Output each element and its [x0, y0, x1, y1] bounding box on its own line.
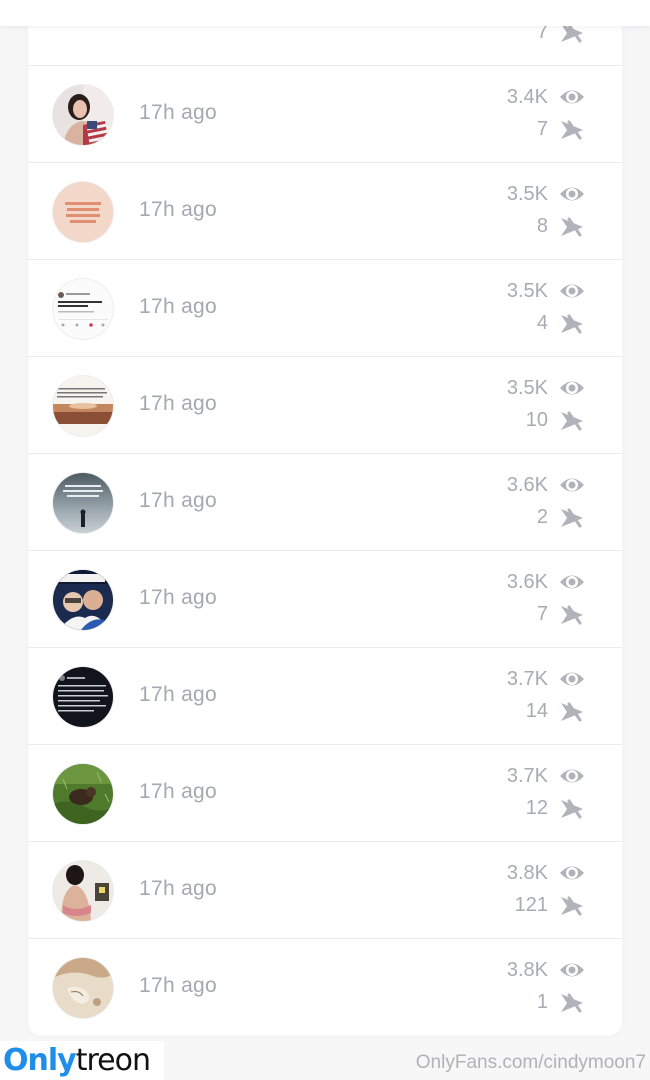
post-time: 17h ago: [139, 780, 218, 803]
share-count: 8: [536, 215, 548, 237]
eye-icon: [558, 376, 586, 400]
view-count: 3.6K: [506, 474, 548, 496]
list-item[interactable]: 17h ago 3.5K 8: [28, 163, 622, 260]
view-count: 3.8K: [506, 959, 548, 981]
list-item[interactable]: 17h ago 3.8K 121: [28, 842, 622, 939]
view-count: 3.7K: [506, 765, 548, 787]
eye-icon: [558, 570, 586, 594]
share-icon: [558, 603, 586, 627]
avatar[interactable]: [53, 85, 113, 145]
post-time: 17h ago: [139, 586, 218, 609]
list-item[interactable]: 17h ago 3.7K 14: [28, 648, 622, 745]
share-count: 4: [536, 312, 548, 334]
post-time: 17h ago: [139, 392, 218, 415]
share-icon: [558, 118, 586, 142]
eye-icon: [558, 861, 586, 885]
view-count: 3.4K: [506, 86, 548, 108]
view-count: 3.5K: [506, 183, 548, 205]
share-count: 121: [514, 894, 548, 916]
share-icon: [558, 506, 586, 530]
eye-icon: [558, 85, 586, 109]
watermark-url: OnlyFans.com/cindymoon7: [415, 1052, 646, 1073]
share-icon: [558, 700, 586, 724]
view-count: 3.5K: [506, 280, 548, 302]
post-time: 17h ago: [139, 974, 218, 997]
eye-icon: [558, 473, 586, 497]
view-count: 3.8K: [506, 862, 548, 884]
share-count: 12: [525, 797, 548, 819]
eye-icon: [558, 958, 586, 982]
view-count: 3.5K: [506, 377, 548, 399]
post-time: 17h ago: [139, 101, 218, 124]
post-time: 17h ago: [139, 198, 218, 221]
list-item[interactable]: 17h ago 3.6K 2: [28, 454, 622, 551]
story-viewers-list: 7 17h ago 3.4K 7 17h ago 3.5K 8 17h ago …: [28, 0, 622, 1036]
post-time: 17h ago: [139, 489, 218, 512]
avatar[interactable]: [53, 473, 113, 533]
post-time: 17h ago: [139, 683, 218, 706]
list-item[interactable]: 17h ago 3.5K 4: [28, 260, 622, 357]
share-count: 14: [525, 700, 548, 722]
avatar[interactable]: [53, 861, 113, 921]
eye-icon: [558, 279, 586, 303]
share-count: 10: [525, 409, 548, 431]
avatar[interactable]: [53, 764, 113, 824]
share-icon: [558, 312, 586, 336]
avatar[interactable]: [53, 376, 113, 436]
list-item[interactable]: 17h ago 3.4K 7: [28, 66, 622, 163]
list-item[interactable]: 17h ago 3.8K 1: [28, 939, 622, 1036]
avatar[interactable]: [53, 667, 113, 727]
share-count: 7: [536, 118, 548, 140]
list-item[interactable]: 17h ago 3.5K 10: [28, 357, 622, 454]
eye-icon: [558, 764, 586, 788]
logo-text-only: Only: [3, 1042, 77, 1078]
share-count: 2: [536, 506, 548, 528]
share-icon: [558, 215, 586, 239]
view-count: 3.6K: [506, 571, 548, 593]
avatar[interactable]: [53, 958, 113, 1018]
share-icon: [558, 797, 586, 821]
avatar[interactable]: [53, 182, 113, 242]
top-bar: [0, 0, 650, 26]
share-icon: [558, 991, 586, 1015]
list-item[interactable]: 17h ago 3.6K 7: [28, 551, 622, 648]
post-time: 17h ago: [139, 295, 218, 318]
eye-icon: [558, 667, 586, 691]
share-icon: [558, 409, 586, 433]
list-item[interactable]: 17h ago 3.7K 12: [28, 745, 622, 842]
post-time: 17h ago: [139, 877, 218, 900]
share-count: 7: [536, 603, 548, 625]
eye-icon: [558, 182, 586, 206]
avatar[interactable]: [53, 279, 113, 339]
avatar[interactable]: [53, 570, 113, 630]
share-count: 1: [536, 991, 548, 1013]
watermark-logo: Only treon: [0, 1041, 164, 1080]
logo-text-treon: treon: [75, 1042, 151, 1078]
share-icon: [558, 894, 586, 918]
view-count: 3.7K: [506, 668, 548, 690]
